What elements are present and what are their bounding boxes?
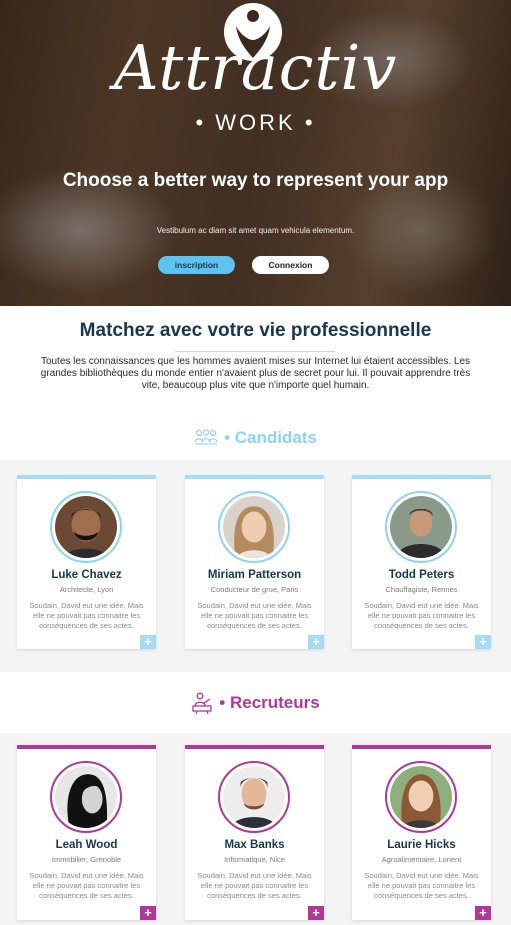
card-role: Informatique, Nice — [224, 855, 285, 864]
plus-icon[interactable]: + — [140, 906, 156, 920]
connexion-button[interactable]: Connexion — [252, 256, 329, 274]
brand-subtitle: • WORK • — [195, 110, 316, 135]
profile-photo — [55, 496, 117, 558]
card-role: Agroalimentaire, Lorient — [381, 855, 462, 864]
recruiter-card[interactable]: Leah Wood Immobilier, Grenoble Soudain, … — [17, 745, 156, 920]
card-description: Soudain, David eut une idée. Mais elle n… — [364, 601, 479, 630]
plus-icon[interactable]: + — [475, 635, 491, 649]
card-name: Todd Peters — [388, 569, 455, 581]
candidate-card[interactable]: Todd Peters Chauffagiste, Rennes Soudain… — [352, 475, 491, 649]
hero-banner: Attractiv • WORK • Choose a better way t… — [0, 0, 511, 306]
recruiter-card[interactable]: Laurie Hicks Agroalimentaire, Lorient So… — [352, 745, 491, 920]
avatar — [50, 491, 122, 563]
plus-icon[interactable]: + — [308, 906, 324, 920]
people-group-icon — [194, 429, 218, 445]
recruteurs-title: • Recruteurs — [219, 693, 320, 712]
intro-title: Matchez avec votre vie professionnelle — [79, 320, 432, 341]
avatar — [218, 491, 290, 563]
intro-text: Toutes les connaissances que les hommes … — [40, 356, 471, 391]
avatar — [385, 491, 457, 563]
card-name: Miriam Patterson — [207, 569, 302, 581]
card-role: Chauffagiste, Rennes — [385, 585, 458, 594]
card-name: Luke Chavez — [51, 569, 122, 581]
profile-photo — [55, 766, 117, 828]
plus-icon[interactable]: + — [475, 906, 491, 920]
profile-photo — [390, 766, 452, 828]
brand-name: Attractiv — [113, 31, 398, 104]
candidats-title: • Candidats — [224, 428, 317, 447]
candidate-card[interactable]: Miriam Patterson Conducteur de grue, Par… — [185, 475, 324, 649]
card-name: Leah Wood — [55, 839, 118, 851]
card-description: Soudain, David eut une idée. Mais elle n… — [29, 601, 144, 630]
card-role: Architecte, Lyon — [59, 585, 114, 594]
profile-photo — [223, 766, 285, 828]
profile-photo — [390, 496, 452, 558]
candidate-card[interactable]: Luke Chavez Architecte, Lyon Soudain, Da… — [17, 475, 156, 649]
recruteurs-heading: • Recruteurs — [0, 692, 511, 714]
hero-headline: Choose a better way to represent your ap… — [62, 170, 449, 191]
avatar — [385, 761, 457, 833]
plus-icon[interactable]: + — [308, 635, 324, 649]
card-description: Soudain, David eut une idée. Mais elle n… — [197, 871, 312, 900]
card-name: Laurie Hicks — [387, 839, 456, 851]
presenter-board-icon — [192, 692, 212, 714]
card-name: Max Banks — [224, 839, 285, 851]
card-role: Immobilier, Grenoble — [51, 855, 122, 864]
avatar — [50, 761, 122, 833]
recruiter-card[interactable]: Max Banks Informatique, Nice Soudain, Da… — [185, 745, 324, 920]
card-description: Soudain, David eut une idée. Mais elle n… — [29, 871, 144, 900]
candidats-heading: • Candidats — [0, 428, 511, 448]
card-role: Conducteur de grue, Paris — [210, 585, 299, 594]
plus-icon[interactable]: + — [140, 635, 156, 649]
card-description: Soudain, David eut une idée. Mais elle n… — [197, 601, 312, 630]
inscription-button[interactable]: inscription — [158, 256, 235, 274]
intro-divider — [175, 351, 335, 352]
card-description: Soudain, David eut une idée. Mais elle n… — [364, 871, 479, 900]
hero-subtext: Vestibulum ac diam sit amet quam vehicul… — [156, 226, 355, 235]
profile-photo — [223, 496, 285, 558]
avatar — [218, 761, 290, 833]
